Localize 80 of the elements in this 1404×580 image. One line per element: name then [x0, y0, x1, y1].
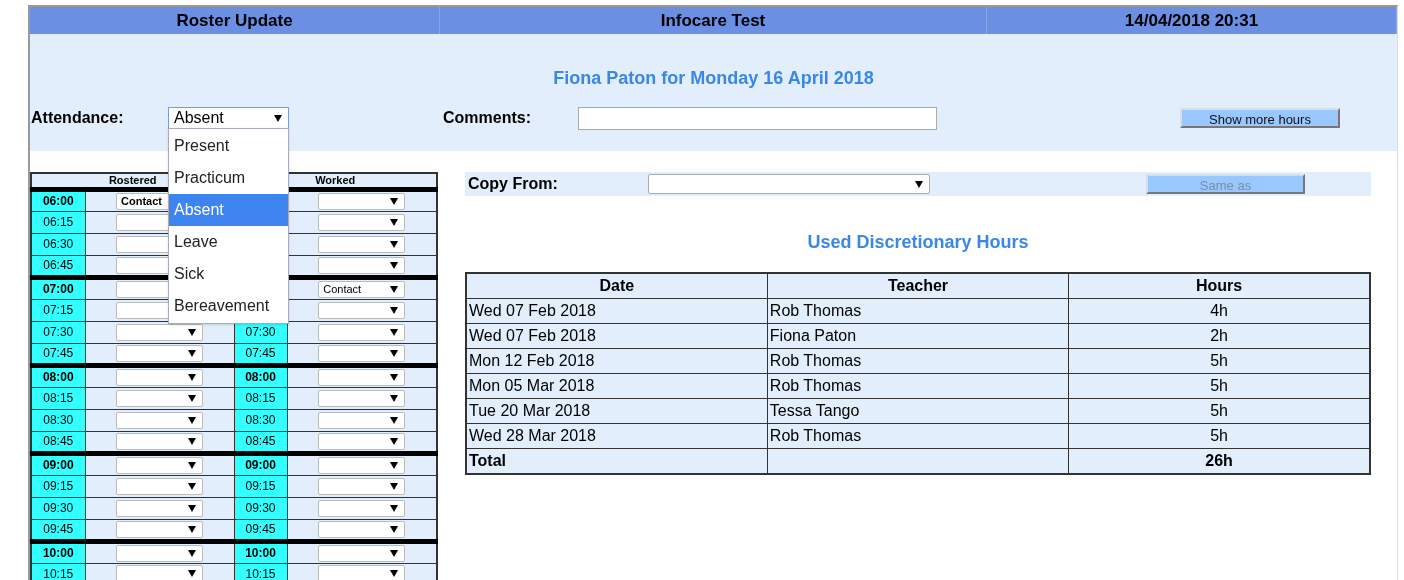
- caret-icon: [390, 285, 399, 293]
- worked-select[interactable]: [318, 565, 406, 580]
- caret-icon: [188, 482, 196, 490]
- attendance-select[interactable]: Absent: [168, 107, 289, 129]
- time-cell: 07:00: [31, 277, 85, 299]
- worked-select[interactable]: Contact: [318, 280, 406, 298]
- section-title: Used Discretionary Hours: [806, 231, 1030, 254]
- attendance-option[interactable]: Bereavement: [169, 290, 288, 322]
- caret-icon: [188, 570, 196, 578]
- time-cell: 09:00: [31, 453, 85, 475]
- time-cell: 07:30: [31, 321, 85, 343]
- table-cell: Rob Thomas: [767, 423, 1069, 449]
- table-cell: Wed 28 Mar 2018: [466, 423, 768, 449]
- caret-icon: [188, 549, 196, 557]
- column-header: Teacher: [767, 273, 1069, 299]
- time-cell: 10:00: [31, 541, 85, 563]
- caret-icon: [390, 549, 399, 557]
- caret-icon: [390, 504, 399, 512]
- time-cell: 08:00: [31, 365, 85, 387]
- table-cell: Wed 07 Feb 2018: [466, 323, 768, 349]
- time-cell: 09:30: [31, 497, 85, 519]
- time-cell: 06:30: [31, 233, 85, 255]
- caret-icon: [390, 461, 399, 469]
- caret-icon: [390, 525, 399, 533]
- column-header: Date: [466, 273, 768, 299]
- time-cell: 08:00: [234, 365, 287, 387]
- caret-icon: [390, 394, 399, 402]
- caret-icon: [390, 482, 399, 490]
- caret-icon: [390, 416, 399, 424]
- table-cell: Rob Thomas: [767, 373, 1069, 399]
- total-label: Total: [466, 448, 768, 474]
- caret-icon: [390, 306, 399, 314]
- show-more-hours-button[interactable]: Show more hours: [1180, 108, 1340, 128]
- caret-icon: [188, 416, 196, 424]
- caret-icon: [390, 197, 399, 205]
- table-cell: Tessa Tango: [767, 398, 1069, 424]
- caret-icon: [390, 373, 399, 381]
- caret-icon: [390, 349, 399, 357]
- time-cell: 08:30: [31, 409, 85, 431]
- attendance-option[interactable]: Sick: [169, 258, 288, 290]
- table-cell: Mon 12 Feb 2018: [466, 348, 768, 374]
- caret-icon: [188, 373, 196, 381]
- caret-icon: [188, 437, 196, 445]
- caret-icon: [390, 261, 399, 269]
- caret-icon: [188, 394, 196, 402]
- attendance-option[interactable]: Practicum: [169, 162, 288, 194]
- comments-field[interactable]: [578, 106, 937, 130]
- caret-icon: [188, 504, 196, 512]
- time-cell: 10:00: [234, 541, 287, 563]
- caret-icon: [188, 328, 196, 336]
- caret-icon: [390, 328, 399, 336]
- caret-icon: [915, 180, 923, 188]
- table-cell: Rob Thomas: [767, 348, 1069, 374]
- attendance-option[interactable]: Present: [169, 130, 288, 162]
- attendance-option[interactable]: Absent: [169, 194, 288, 226]
- caret-icon: [274, 114, 282, 122]
- table-cell: Rob Thomas: [767, 298, 1069, 324]
- caret-icon: [390, 240, 399, 248]
- caret-icon: [390, 570, 399, 578]
- comments-label: Comments:: [443, 108, 532, 128]
- table-cell: Wed 07 Feb 2018: [466, 298, 768, 324]
- caret-icon: [188, 461, 196, 469]
- time-cell: 06:15: [31, 211, 85, 233]
- table-cell: Mon 05 Mar 2018: [466, 373, 768, 399]
- copy-from-label: Copy From:: [468, 174, 559, 194]
- caret-icon: [390, 218, 399, 226]
- time-cell: 09:00: [234, 453, 287, 475]
- page-title: Fiona Paton for Monday 16 April 2018: [552, 67, 875, 90]
- caret-icon: [188, 525, 196, 533]
- table-cell: Fiona Paton: [767, 323, 1069, 349]
- time-cell: 09:15: [31, 475, 85, 497]
- time-cell: 06:00: [31, 189, 85, 211]
- time-cell: 08:15: [31, 387, 85, 409]
- copy-from-select[interactable]: [648, 174, 930, 194]
- attendance-label: Attendance:: [31, 108, 125, 128]
- table-cell: Tue 20 Mar 2018: [466, 398, 768, 424]
- time-cell: 07:15: [31, 299, 85, 321]
- caret-icon: [390, 437, 399, 445]
- attendance-option[interactable]: Leave: [169, 226, 288, 258]
- caret-icon: [188, 349, 196, 357]
